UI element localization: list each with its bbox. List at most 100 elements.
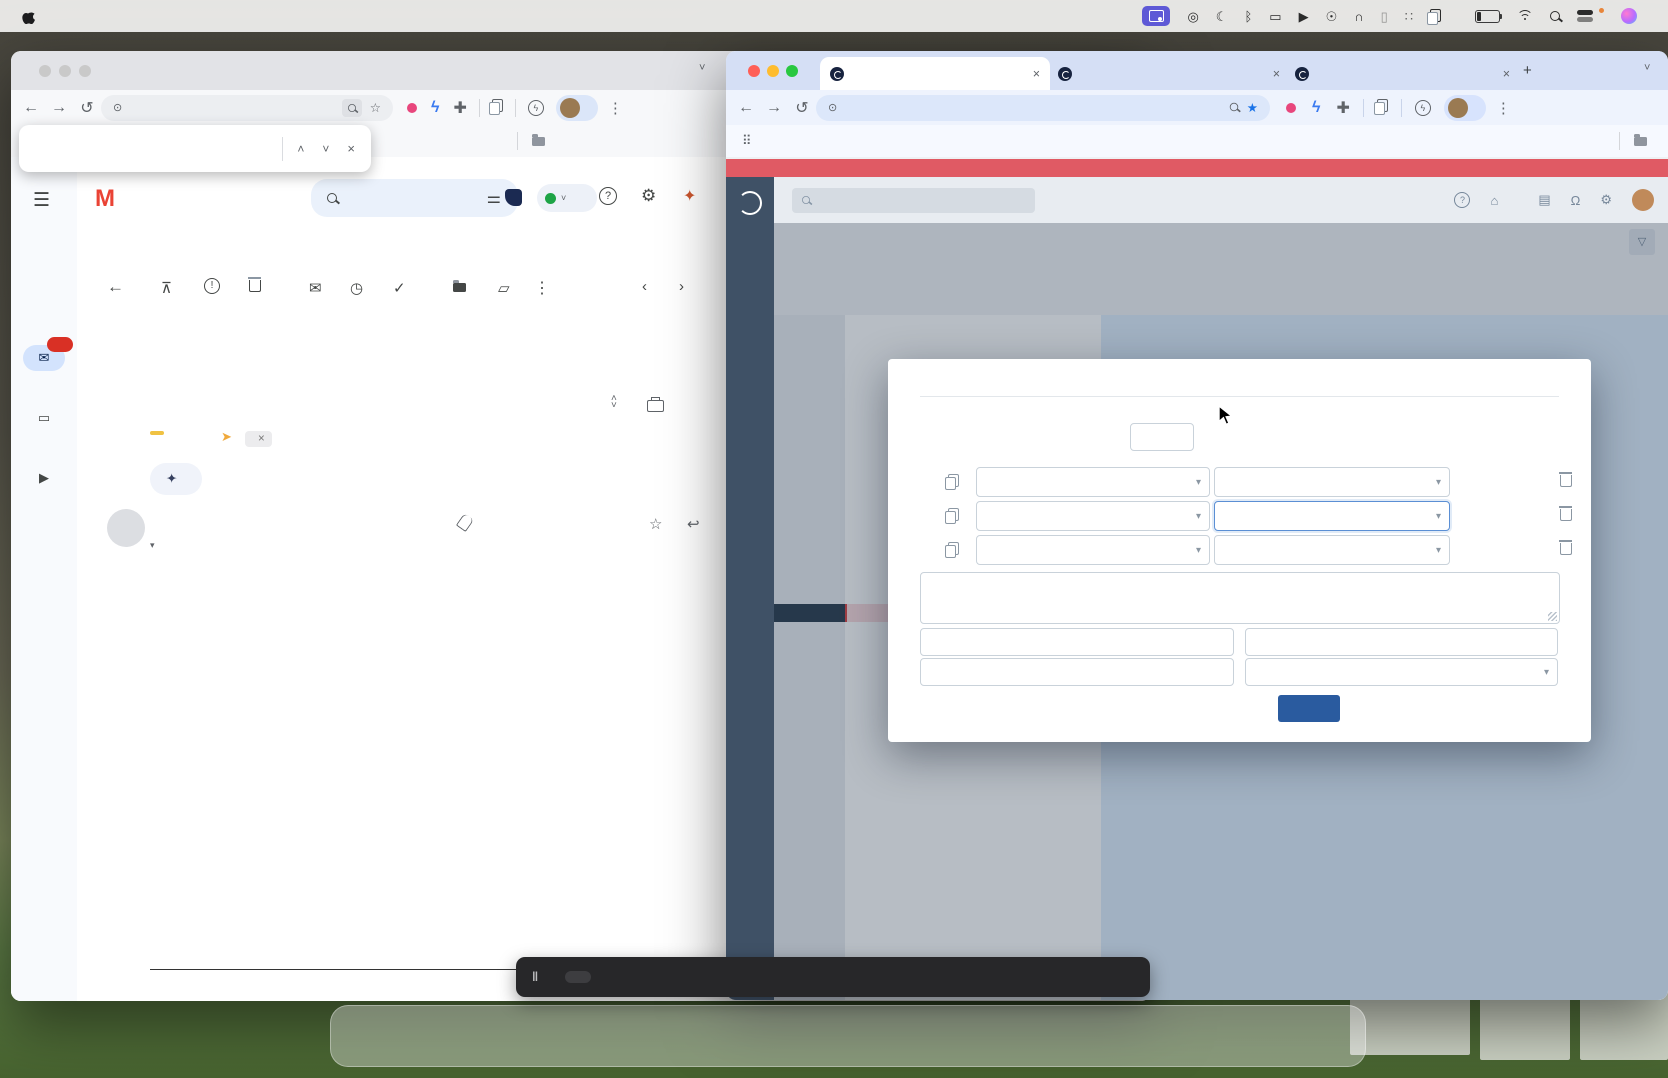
spotlight-search-icon[interactable] [1550,10,1560,23]
zoom-window-button[interactable] [79,65,91,77]
add-to-tasks-icon[interactable]: ✓ [393,279,406,297]
tab-search-icon[interactable]: ˅ [699,62,705,74]
headphones-icon[interactable]: ∩ [1354,10,1363,23]
apple-logo-icon[interactable] [22,9,35,24]
reservation-count-input[interactable] [1130,423,1194,451]
bookmark-star-filled-icon[interactable]: ★ [1247,100,1258,115]
accessibility-icon[interactable]: ☉ [1326,10,1338,23]
duplicate-row-icon[interactable] [948,542,959,558]
summarize-email-button[interactable]: ✦ [150,463,202,495]
site-info-icon[interactable]: ⊙ [828,101,837,114]
client-select[interactable]: ▾ [976,501,1210,531]
reserve-and-edit-button[interactable] [1356,695,1464,722]
newer-email-icon[interactable]: ‹ [642,278,647,295]
settings-gear-icon[interactable]: ⚙ [1600,192,1612,208]
keyboard-brightness-icon[interactable]: ▯ [1381,10,1388,23]
reply-icon[interactable]: ↩ [687,515,700,533]
rate-select[interactable]: ▾ [1214,535,1450,565]
chrome-menu-icon[interactable]: ⋮ [1496,99,1511,117]
profile-chip[interactable] [556,95,598,121]
rate-select[interactable]: ▾ [1214,467,1450,497]
reload-icon[interactable]: ↺ [73,98,101,118]
tab-tipos-de-reserva[interactable]: × [1048,57,1290,90]
academy-icon[interactable]: ⌂ [1490,193,1498,208]
global-search-input[interactable] [792,188,1035,213]
extension-dot-icon[interactable] [407,103,417,113]
control-center-icon[interactable] [1577,10,1595,22]
bookmark-star-icon[interactable]: ☆ [370,100,381,115]
reserve-button[interactable] [1278,695,1340,722]
report-spam-icon[interactable]: ! [204,278,220,294]
media-app-icon[interactable] [1621,8,1637,24]
close-window-button[interactable] [39,65,51,77]
close-find-bar-icon[interactable]: × [347,141,355,156]
rate-select-focused[interactable]: ▾ [1214,501,1450,531]
golfmanager-logo-icon[interactable] [738,191,762,215]
bluetooth-icon[interactable]: ᛒ [1244,10,1252,23]
forward-icon[interactable]: → [45,99,73,117]
gemini-spark-icon[interactable]: ✦ [683,186,696,206]
find-next-icon[interactable]: ˅ [322,142,329,156]
chrome-menu-icon[interactable]: ⋮ [608,99,623,117]
name-field[interactable] [920,628,1234,656]
extension-bolt-icon[interactable]: ϟ [431,99,439,117]
close-tab-icon[interactable]: × [1503,67,1510,81]
label-inbox[interactable]: × [245,431,272,447]
sender-avatar[interactable] [107,509,145,547]
reload-icon[interactable]: ↺ [788,98,816,118]
duplicate-row-icon[interactable] [948,508,959,524]
move-to-icon[interactable] [453,279,466,296]
address-bar[interactable]: ⊙ ☆ [101,95,393,121]
forward-icon[interactable]: → [760,99,788,117]
sidebar-item-chat-icon[interactable]: ▭ [23,405,65,431]
tab-search-icon[interactable]: ˅ [1644,62,1650,74]
close-tab-icon[interactable]: × [1033,67,1040,81]
find-previous-icon[interactable]: ˄ [297,142,304,156]
display-icon[interactable]: ▭ [1269,10,1281,23]
help-icon[interactable]: ? [599,187,617,205]
gmail-menu-icon[interactable]: ☰ [33,189,50,212]
speed-insights-icon[interactable]: ϟ [1415,100,1431,116]
tag-field[interactable] [1245,628,1558,656]
delete-row-icon[interactable] [1560,543,1572,558]
labels-icon[interactable]: ▱ [498,279,510,297]
settings-gear-icon[interactable]: ⚙ [641,186,656,206]
minimize-window-button[interactable] [767,65,779,77]
delete-row-icon[interactable] [1560,475,1572,490]
status-chip[interactable]: ˅ [537,184,597,212]
client-select[interactable]: ▾ [976,467,1210,497]
email-field[interactable] [920,658,1234,686]
star-email-icon[interactable]: ☆ [649,515,662,533]
speed-insights-icon[interactable]: ϟ [528,100,544,116]
tpv-button[interactable] [1470,695,1504,722]
profile-chip[interactable] [1444,95,1486,121]
importance-marker-icon[interactable]: ➤ [221,429,232,445]
sidebar-item-meet-icon[interactable]: ▶ [23,465,65,491]
gmail-search-bar[interactable]: ⚌ [311,179,518,217]
device-toolbar-icon[interactable] [1377,99,1388,117]
extension-dot-icon[interactable] [1286,103,1296,113]
address-bar[interactable]: ⊙ ★ [816,95,1270,121]
print-icon[interactable] [647,399,664,417]
help-icon[interactable]: ? [1454,192,1470,208]
apps-grid-icon[interactable]: ⠿ [742,133,752,149]
cancel-button[interactable] [1508,695,1570,722]
observations-textarea[interactable] [920,572,1560,624]
zoom-window-button[interactable] [786,65,798,77]
expand-all-icon[interactable]: ˄˅ [611,395,617,409]
extensions-icon[interactable]: ✚ [453,98,466,118]
wifi-icon[interactable] [1517,10,1533,22]
new-tab-icon[interactable]: + [1523,62,1532,79]
close-tab-icon[interactable]: × [1273,67,1280,81]
recipient-row[interactable]: ▾ [150,537,155,551]
tab-tipos-de-recurso[interactable]: × [1285,57,1520,90]
minimize-window-button[interactable] [59,65,71,77]
snooze-icon[interactable]: ◷ [350,279,363,297]
extensions-icon[interactable]: ✚ [1336,98,1349,118]
user-avatar[interactable] [1632,189,1654,211]
nationality-select[interactable]: ▾ [1245,658,1558,686]
find-in-page-indicator-icon[interactable] [342,99,362,117]
gemini-icon[interactable] [505,189,522,206]
extension-bolt-icon[interactable]: ϟ [1312,99,1320,117]
older-email-icon[interactable]: › [679,278,684,295]
